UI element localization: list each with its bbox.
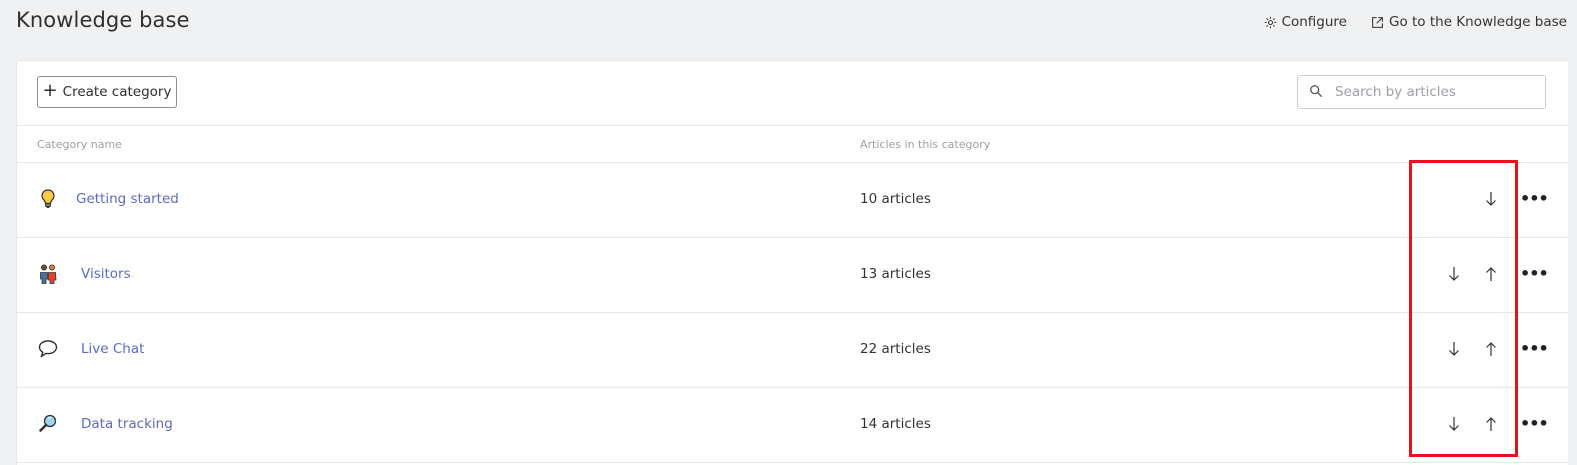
search-icon xyxy=(1309,83,1323,102)
table-row: Data tracking 14 articles ••• xyxy=(17,388,1568,463)
toolbar: + Create category xyxy=(17,61,1568,126)
table-row: Live Chat 22 articles ••• xyxy=(17,313,1568,388)
goto-knowledge-base-link[interactable]: Go to the Knowledge base xyxy=(1371,14,1567,30)
categories-card: + Create category Category name Articles… xyxy=(16,60,1568,465)
visitors-icon xyxy=(37,263,59,285)
create-category-label: Create category xyxy=(62,84,172,100)
move-up-button[interactable] xyxy=(1483,263,1499,285)
move-up-button[interactable] xyxy=(1483,413,1499,435)
category-name[interactable]: Live Chat xyxy=(81,341,144,357)
plus-icon: + xyxy=(42,80,58,101)
more-options-button[interactable]: ••• xyxy=(1520,414,1549,433)
create-category-button[interactable]: + Create category xyxy=(37,76,177,108)
magnifier-icon xyxy=(37,413,59,435)
more-options-button[interactable]: ••• xyxy=(1520,189,1549,208)
move-down-button[interactable] xyxy=(1446,413,1462,435)
lightbulb-icon xyxy=(37,188,59,210)
search-input[interactable] xyxy=(1333,83,1527,101)
category-name[interactable]: Visitors xyxy=(81,266,131,282)
speech-bubble-icon xyxy=(37,338,59,360)
more-options-button[interactable]: ••• xyxy=(1520,264,1549,283)
gear-icon xyxy=(1264,16,1277,29)
category-name[interactable]: Getting started xyxy=(76,191,179,207)
move-down-button[interactable] xyxy=(1446,263,1462,285)
search-box xyxy=(1297,75,1546,109)
header-actions: Configure Go to the Knowledge base xyxy=(1264,14,1567,30)
category-name[interactable]: Data tracking xyxy=(81,416,173,432)
article-count: 13 articles xyxy=(860,266,931,282)
goto-label: Go to the Knowledge base xyxy=(1389,14,1567,30)
article-count: 10 articles xyxy=(860,191,931,207)
table-row: Visitors 13 articles ••• xyxy=(17,238,1568,313)
move-down-button[interactable] xyxy=(1446,338,1462,360)
move-down-button[interactable] xyxy=(1483,188,1499,210)
configure-label: Configure xyxy=(1281,14,1347,30)
column-header-name: Category name xyxy=(37,138,122,151)
table-header: Category name Articles in this category xyxy=(17,125,1568,163)
more-options-button[interactable]: ••• xyxy=(1520,339,1549,358)
external-link-icon xyxy=(1371,16,1384,29)
article-count: 14 articles xyxy=(860,416,931,432)
column-header-count: Articles in this category xyxy=(860,138,991,151)
table-row: Getting started 10 articles ••• xyxy=(17,163,1568,238)
configure-link[interactable]: Configure xyxy=(1264,14,1347,30)
move-up-button[interactable] xyxy=(1483,338,1499,360)
article-count: 22 articles xyxy=(860,341,931,357)
page-title: Knowledge base xyxy=(16,8,190,32)
